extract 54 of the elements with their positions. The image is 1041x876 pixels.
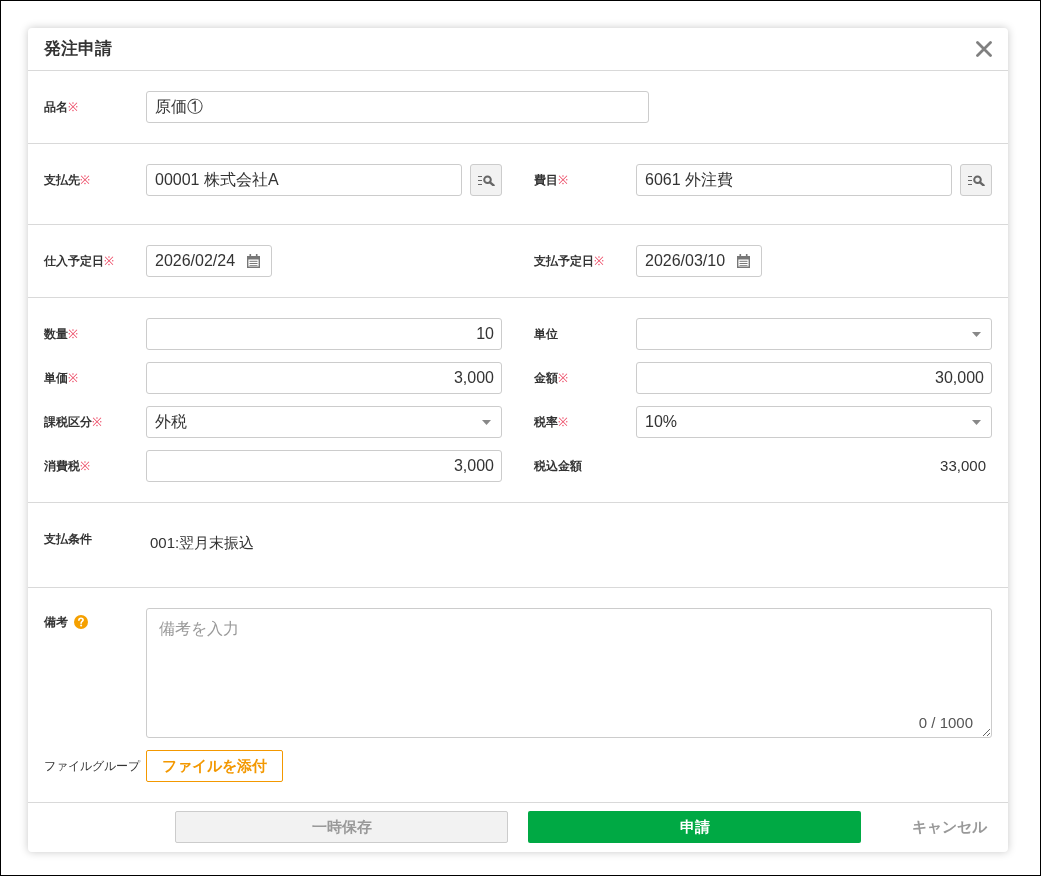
required-mark: ※ (80, 172, 90, 189)
text-field[interactable]: 原価① (146, 91, 649, 123)
close-icon[interactable] (976, 41, 992, 57)
lookup-button[interactable] (470, 164, 502, 196)
field-label: 備考 (44, 614, 68, 631)
value-text: 001:翌月末振込 (149, 533, 255, 553)
field-label: 品名 (44, 99, 68, 116)
dialog-title: 発注申請 (44, 38, 112, 61)
date-field[interactable]: 2026/02/24 (146, 245, 272, 277)
field-label: 仕入予定日 (44, 253, 104, 270)
caret-icon (482, 419, 491, 425)
calendar-icon (247, 254, 260, 268)
field-label: 課税区分 (44, 414, 92, 431)
lookup-field[interactable]: 00001 株式会社A (146, 164, 462, 196)
caret-icon (972, 419, 981, 425)
value-text: 33,000 (939, 455, 987, 476)
field-label: 消費税 (44, 458, 80, 475)
calendar-icon (737, 254, 750, 268)
field-label: 支払条件 (44, 531, 92, 548)
field-label: 単価 (44, 370, 68, 387)
required-mark: ※ (68, 370, 78, 387)
required-mark: ※ (104, 253, 114, 270)
required-mark: ※ (92, 414, 102, 431)
required-mark: ※ (594, 253, 604, 270)
number-field[interactable]: 10 (146, 318, 502, 350)
select-field[interactable]: 外税 (146, 406, 502, 438)
list-search-icon (477, 174, 495, 186)
required-mark: ※ (68, 99, 78, 116)
lookup-field[interactable]: 6061 外注費 (636, 164, 952, 196)
required-mark: ※ (80, 458, 90, 475)
field-label: 支払予定日 (534, 253, 594, 270)
field-label: 支払先 (44, 172, 80, 189)
field-label: 単位 (534, 326, 558, 343)
lookup-button[interactable] (960, 164, 992, 196)
number-field[interactable]: 3,000 (146, 450, 502, 482)
select-field[interactable] (636, 318, 992, 350)
required-mark: ※ (558, 172, 568, 189)
date-field[interactable]: 2026/03/10 (636, 245, 762, 277)
number-field[interactable]: 30,000 (636, 362, 992, 394)
character-counter: 0 / 1000 (918, 713, 973, 733)
help-icon[interactable] (74, 615, 88, 629)
field-label: ファイルグループ (44, 758, 140, 775)
field-label: 税率 (534, 414, 558, 431)
required-mark: ※ (558, 414, 568, 431)
caret-icon (972, 331, 981, 337)
list-search-icon (967, 174, 985, 186)
required-mark: ※ (68, 326, 78, 343)
field-label: 数量 (44, 326, 68, 343)
field-label: 費目 (534, 172, 558, 189)
select-field[interactable]: 10% (636, 406, 992, 438)
number-field[interactable]: 3,000 (146, 362, 502, 394)
field-label: 金額 (534, 370, 558, 387)
field-label: 税込金額 (534, 458, 582, 475)
required-mark: ※ (558, 370, 568, 387)
